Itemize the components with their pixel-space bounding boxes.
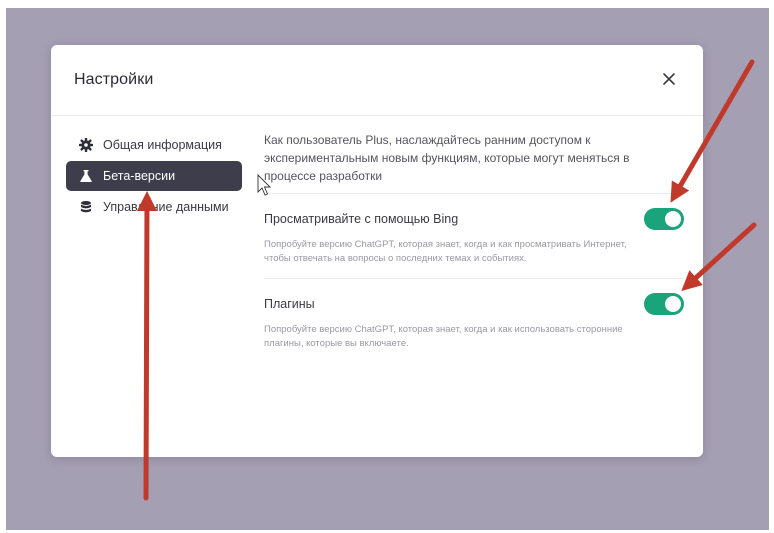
settings-sidebar: Общая информация Бета-версии Управление … [66,130,242,223]
database-icon [78,199,94,215]
beta-settings-panel: Как пользователь Plus, наслаждайтесь ран… [264,131,684,351]
sidebar-item-general[interactable]: Общая информация [66,130,242,160]
close-button[interactable] [659,69,679,89]
flask-icon [78,168,94,184]
sidebar-item-label: Бета-версии [103,169,176,183]
toggle-knob [665,296,681,312]
setting-label: Плагины [264,297,315,311]
bing-toggle[interactable] [644,208,684,230]
plugins-toggle[interactable] [644,293,684,315]
setting-description: Попробуйте версию ChatGPT, которая знает… [264,324,623,349]
gear-icon [78,137,94,153]
setting-plugins: Плагины Попробуйте версию ChatGPT, котор… [264,279,684,351]
settings-dialog: Настройки Общая информация Бета-версии У… [51,45,703,457]
setting-label: Просматривайте с помощью Bing [264,212,459,226]
dialog-header: Настройки [51,45,703,116]
dialog-title: Настройки [74,71,154,88]
close-icon [663,73,675,85]
toggle-knob [665,211,681,227]
setting-browse-with-bing: Просматривайте с помощью Bing Попробуйте… [264,194,684,279]
sidebar-item-label: Управление данными [103,200,229,214]
sidebar-item-beta[interactable]: Бета-версии [66,161,242,191]
setting-description: Попробуйте версию ChatGPT, которая знает… [264,239,627,264]
sidebar-item-data-controls[interactable]: Управление данными [66,192,242,222]
sidebar-item-label: Общая информация [103,138,222,152]
beta-intro-text: Как пользователь Plus, наслаждайтесь ран… [264,131,684,194]
